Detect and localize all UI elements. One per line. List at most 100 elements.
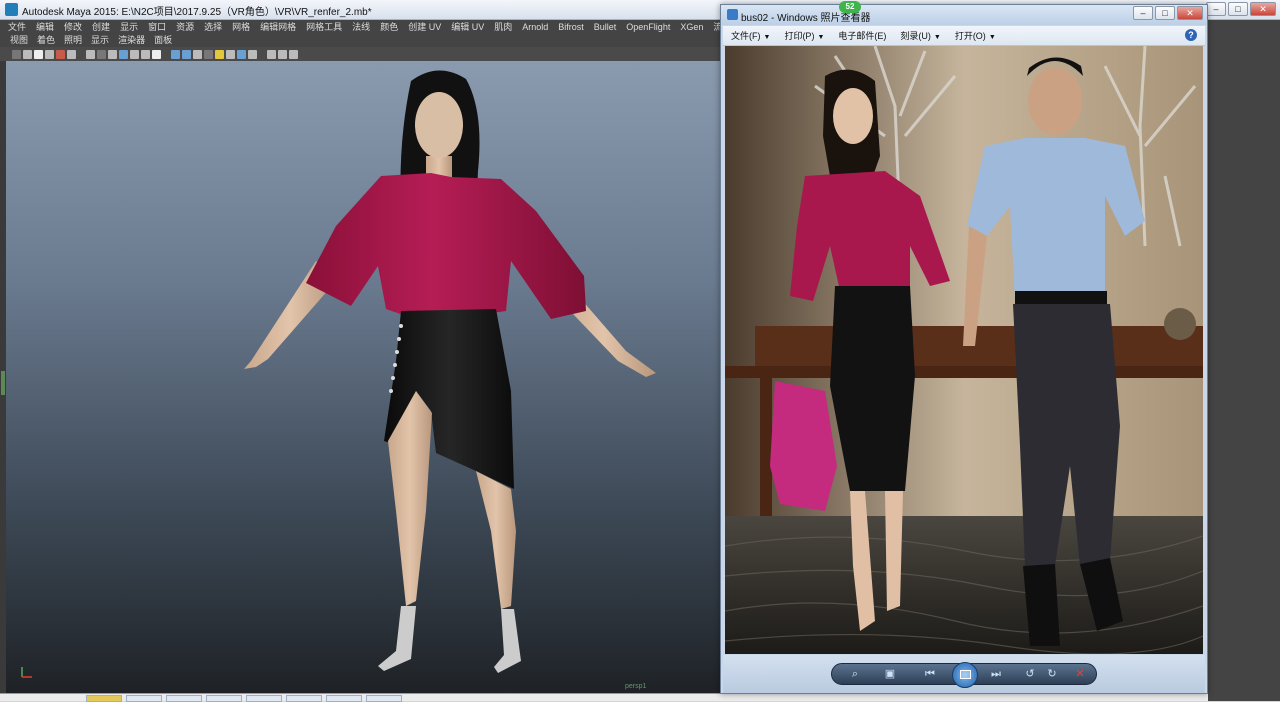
xray-icon[interactable]	[278, 49, 287, 59]
maya-menu-item[interactable]: 法线	[352, 20, 370, 34]
navigation-pill: ⌕ ▣ ⏮ ⏭ ↺ ↻ ✕	[831, 662, 1097, 688]
right-shoe	[494, 609, 521, 673]
film-gate-icon[interactable]	[97, 49, 106, 59]
maya-menu-item[interactable]: 网格工具	[306, 20, 342, 34]
maya-menu-item[interactable]: 编辑	[36, 20, 54, 34]
field-chart-icon[interactable]	[130, 49, 139, 59]
ambient-occlusion-icon[interactable]	[237, 49, 246, 59]
maya-menu-item[interactable]: 窗口	[148, 20, 166, 34]
maximize-icon[interactable]: □	[1228, 2, 1248, 16]
maya-menu-item[interactable]: 文件	[8, 20, 26, 34]
dropdown-arrow-icon: ▼	[933, 34, 941, 41]
rotate-ccw-icon[interactable]: ↺	[1022, 667, 1038, 682]
reference-photo	[725, 46, 1203, 654]
panel-menu-item[interactable]: 着色	[37, 34, 55, 47]
gate-mask-icon[interactable]	[119, 49, 128, 59]
left-shoe	[378, 606, 416, 671]
maya-menu-item[interactable]: 资源	[176, 20, 194, 34]
isolate-select-icon[interactable]	[267, 49, 276, 59]
blouse	[306, 173, 586, 319]
minimize-icon[interactable]: –	[1206, 2, 1226, 16]
taskbar	[0, 693, 1280, 702]
maya-menu-item[interactable]: 修改	[64, 20, 82, 34]
panel-menu-item[interactable]: 渲染器	[118, 34, 145, 47]
close-icon[interactable]: ✕	[1177, 6, 1203, 20]
dropdown-arrow-icon: ▼	[763, 34, 771, 41]
viewer-menu-item[interactable]: 刻录(U) ▼	[900, 29, 940, 42]
maya-menu-item[interactable]: Bifrost	[558, 20, 584, 34]
zoom-icon[interactable]: ⌕	[844, 667, 866, 682]
photo-viewer-app-icon	[727, 9, 738, 20]
select-camera-icon[interactable]	[12, 49, 21, 59]
perspective-viewport[interactable]	[6, 61, 720, 693]
viewer-menu-label: 电子邮件(E)	[838, 31, 887, 41]
use-all-lights-icon[interactable]	[215, 49, 224, 59]
viewer-menu-label: 文件(F)	[731, 31, 761, 41]
minimize-icon[interactable]: –	[1133, 6, 1153, 20]
actual-size-icon[interactable]: ▣	[882, 667, 898, 682]
maya-menu-item[interactable]: 肌肉	[494, 20, 512, 34]
maya-menu-item[interactable]: Bullet	[594, 20, 617, 34]
maya-menu-item[interactable]: 编辑网格	[260, 20, 296, 34]
panel-menu-item[interactable]: 显示	[91, 34, 109, 47]
maya-menu-item[interactable]: 网格	[232, 20, 250, 34]
textured-icon[interactable]	[204, 49, 213, 59]
grease-pencil-icon[interactable]	[67, 49, 76, 59]
delete-icon[interactable]: ✕	[1072, 667, 1088, 682]
maya-right-panel: – □ ✕	[1206, 0, 1280, 701]
maya-menu-item[interactable]: 显示	[120, 20, 138, 34]
maya-menu-item[interactable]: OpenFlight	[626, 20, 670, 34]
xray-joints-icon[interactable]	[289, 49, 298, 59]
slideshow-button[interactable]	[952, 662, 978, 688]
previous-icon[interactable]: ⏮	[920, 667, 940, 682]
panel-menu-item[interactable]: 面板	[154, 34, 172, 47]
resolution-gate-icon[interactable]	[108, 49, 117, 59]
maya-menu-item[interactable]: XGen	[680, 20, 703, 34]
maximize-icon[interactable]: □	[1155, 6, 1175, 20]
safe-title-icon[interactable]	[152, 49, 161, 59]
maya-menu-item[interactable]: 创建	[92, 20, 110, 34]
photo-viewer-window: bus02 - Windows 照片查看器 52 – □ ✕ 文件(F) ▼ 打印(…	[720, 1, 1208, 694]
panel-menu-item[interactable]: 视图	[10, 34, 28, 47]
viewer-menu-item[interactable]: 打印(P) ▼	[784, 29, 824, 42]
motion-blur-icon[interactable]	[248, 49, 257, 59]
safe-action-icon[interactable]	[141, 49, 150, 59]
dropdown-arrow-icon: ▼	[817, 34, 825, 41]
viewer-menu-label: 打印(P)	[784, 31, 815, 41]
shadows-icon[interactable]	[226, 49, 235, 59]
slideshow-icon	[960, 670, 971, 679]
console-table	[755, 326, 1203, 366]
help-icon[interactable]: ?	[1185, 29, 1197, 41]
dropdown-arrow-icon: ▼	[988, 34, 996, 41]
viewport-panel-menubar: 视图 着色 照明 显示 渲染器 面板	[0, 34, 720, 47]
viewer-menu-item[interactable]: 电子邮件(E)	[838, 29, 886, 42]
maya-menu-item[interactable]: Arnold	[522, 20, 548, 34]
right-leg	[476, 471, 516, 609]
maya-window-title: Autodesk Maya 2015: E:\N2C项目\2017.9.25（V…	[22, 7, 372, 18]
maya-app-icon	[5, 3, 18, 16]
notification-badge: 52	[839, 1, 861, 13]
wireframe-icon[interactable]	[171, 49, 180, 59]
bookmark-icon[interactable]	[45, 49, 54, 59]
viewer-menu-label: 打开(O)	[954, 31, 986, 41]
camera-label: persp1	[625, 683, 647, 690]
maya-menu-item[interactable]: 颜色	[380, 20, 398, 34]
lock-camera-icon[interactable]	[23, 49, 32, 59]
camera-attributes-icon[interactable]	[34, 49, 43, 59]
maya-menu-item[interactable]: 创建 UV	[408, 20, 441, 34]
close-icon[interactable]: ✕	[1250, 2, 1276, 16]
grid-icon[interactable]	[86, 49, 95, 59]
viewer-menubar: 文件(F) ▼ 打印(P) ▼ 电子邮件(E) 刻录(U) ▼ 打开(O) ▼?	[723, 26, 1205, 46]
maya-menu-item[interactable]: 编辑 UV	[451, 20, 484, 34]
image-plane-icon[interactable]	[56, 49, 65, 59]
viewer-menu-item[interactable]: 文件(F) ▼	[731, 29, 770, 42]
rotate-cw-icon[interactable]: ↻	[1044, 667, 1060, 682]
wireframe-on-shaded-icon[interactable]	[193, 49, 202, 59]
viewer-menu-item[interactable]: 打开(O) ▼	[955, 29, 996, 42]
maya-menu-item[interactable]: 选择	[204, 20, 222, 34]
panel-menu-item[interactable]: 照明	[64, 34, 82, 47]
viewer-menu-label: 刻录(U)	[900, 31, 931, 41]
maya-title-bar-right: – □ ✕	[1206, 0, 1280, 20]
next-icon[interactable]: ⏭	[986, 667, 1006, 682]
smooth-shade-icon[interactable]	[182, 49, 191, 59]
